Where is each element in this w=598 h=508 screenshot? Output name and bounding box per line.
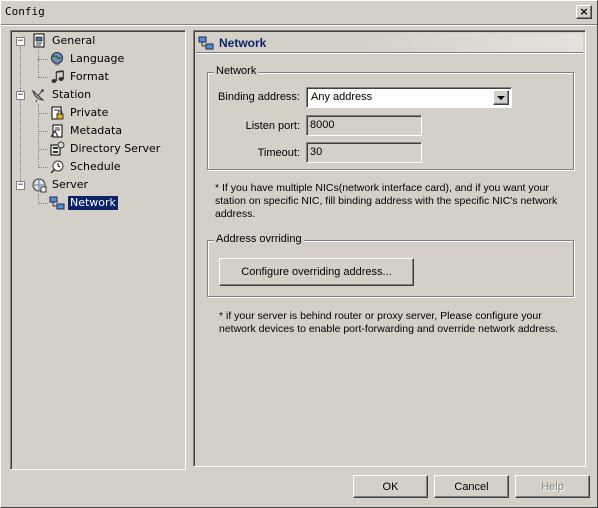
tree-item-label: Language [70, 52, 125, 65]
listen-port-label: Listen port: [245, 120, 300, 132]
binding-address-label: Binding address: [218, 91, 300, 103]
note-line: station on specific NIC, fill binding ad… [215, 195, 558, 207]
tree-connector [38, 131, 48, 132]
tree-item-label: Server [52, 178, 89, 191]
timeout-field[interactable]: 30 [306, 142, 422, 163]
music-note-icon [49, 69, 65, 85]
expander-general[interactable]: − [16, 37, 25, 46]
tree-item-private[interactable]: Private [49, 105, 110, 121]
ok-button[interactable]: OK [353, 475, 428, 498]
note-line: * if your server is behind router or pro… [219, 310, 542, 322]
tree-item-label: Private [70, 106, 109, 119]
tree-item-directory-server[interactable]: Directory Server [49, 141, 162, 157]
cancel-button[interactable]: Cancel [434, 475, 509, 498]
title-bar[interactable]: Config × [1, 1, 597, 24]
address-override-groupbox: Address ovrriding Configure overriding a… [207, 233, 574, 297]
expander-server[interactable]: − [16, 181, 25, 190]
binding-address-select[interactable]: Any address [306, 87, 512, 108]
listen-port-field[interactable]: 8000 [306, 115, 422, 136]
tree-item-general[interactable]: General [31, 33, 97, 49]
tree-item-label: Metadata [70, 124, 123, 137]
tree-item-format[interactable]: Format [49, 69, 111, 85]
window-title: Config [5, 5, 45, 18]
tree-item-label: Directory Server [70, 142, 161, 155]
help-button[interactable]: Help [515, 475, 590, 498]
tree-item-label: Format [70, 70, 109, 83]
directory-server-icon [49, 141, 65, 157]
tree-connector [38, 59, 48, 60]
server-icon [31, 177, 47, 193]
computer-doc-icon [31, 33, 47, 49]
clock-icon [49, 159, 65, 175]
tree-connector [20, 47, 21, 187]
tree-item-label: General [52, 34, 96, 47]
tree-item-label: Network [68, 196, 118, 210]
groupbox-title: Network [214, 65, 259, 77]
satellite-dish-icon [31, 87, 47, 103]
tree-item-schedule[interactable]: Schedule [49, 159, 123, 175]
config-window: Config × − General Language Format − Sta… [0, 0, 598, 508]
metadata-doc-icon [49, 123, 65, 139]
close-button[interactable]: × [576, 5, 592, 19]
note-line: network devices to enable port-forwardin… [219, 323, 559, 335]
content-header: Network [196, 33, 583, 52]
title-separator [1, 24, 597, 26]
tree-connector [38, 149, 48, 150]
tree-connector [38, 203, 48, 204]
note-line: address. [215, 208, 256, 220]
tree-item-station[interactable]: Station [31, 87, 93, 103]
network-icon [198, 35, 214, 51]
router-note: * if your server is behind router or pro… [219, 310, 579, 336]
tree-item-label: Station [52, 88, 92, 101]
tree-item-server[interactable]: Server [31, 177, 90, 193]
tree-item-metadata[interactable]: Metadata [49, 123, 124, 139]
tree-connector [38, 113, 48, 114]
note-line: * If you have multiple NICs(network inte… [215, 182, 549, 194]
binding-address-value: Any address [311, 91, 373, 103]
tree-item-network[interactable]: Network [49, 195, 118, 211]
groupbox-title: Address ovrriding [214, 233, 304, 245]
timeout-label: Timeout: [257, 147, 300, 159]
tree-connector [38, 50, 39, 77]
header-separator [196, 52, 583, 54]
content-panel: Network Network Binding address: Any add… [193, 30, 586, 467]
tree-item-label: Schedule [70, 160, 121, 173]
nic-note: * If you have multiple NICs(network inte… [215, 182, 575, 221]
tree-connector [38, 167, 48, 168]
settings-tree: − General Language Format − Station Priv… [11, 31, 185, 469]
lock-doc-icon [49, 105, 65, 121]
tree-connector [38, 77, 48, 78]
network-groupbox: Network Binding address: Any address Lis… [207, 65, 574, 170]
content-title: Network [219, 35, 267, 50]
network-icon [49, 195, 65, 211]
tree-panel: − General Language Format − Station Priv… [10, 30, 186, 470]
tree-item-language[interactable]: Language [49, 51, 126, 67]
configure-overriding-address-button[interactable]: Configure overriding address... [219, 258, 414, 286]
chevron-down-icon[interactable] [493, 90, 509, 105]
expander-station[interactable]: − [16, 91, 25, 100]
globe-icon [49, 51, 65, 67]
